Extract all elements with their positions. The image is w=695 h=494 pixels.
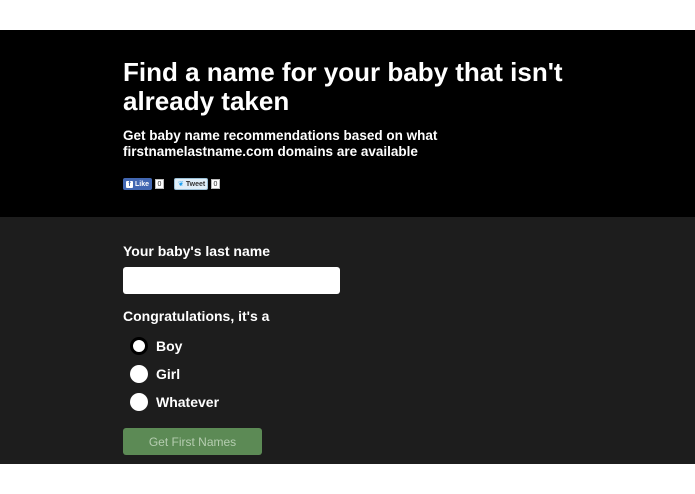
gender-option-whatever[interactable]: Whatever <box>130 393 219 411</box>
tweet-label: Tweet <box>185 180 206 188</box>
tweet-button[interactable]: ❦ Tweet <box>174 178 208 190</box>
whatever-radio[interactable] <box>130 393 148 411</box>
girl-radio[interactable] <box>130 365 148 383</box>
page-subtitle: Get baby name recommendations based on w… <box>123 128 438 159</box>
whatever-label[interactable]: Whatever <box>156 394 219 410</box>
tweet-count: 0 <box>211 179 220 189</box>
gender-label: Congratulations, it's a <box>123 308 270 324</box>
boy-label[interactable]: Boy <box>156 338 182 354</box>
form-section <box>0 217 695 464</box>
get-first-names-button[interactable]: Get First Names <box>123 428 262 455</box>
facebook-like-count: 0 <box>155 179 164 189</box>
girl-label[interactable]: Girl <box>156 366 180 382</box>
page-title: Find a name for your baby that isn't alr… <box>123 57 563 116</box>
twitter-bird-icon: ❦ <box>178 181 184 188</box>
twitter-tweet-widget: ❦ Tweet 0 <box>174 178 220 190</box>
gender-option-boy[interactable]: Boy <box>130 337 182 355</box>
facebook-like-widget: f Like 0 <box>123 178 164 190</box>
gender-option-girl[interactable]: Girl <box>130 365 180 383</box>
facebook-icon: f <box>126 180 133 188</box>
boy-radio[interactable] <box>130 337 148 355</box>
facebook-like-label: Like <box>134 180 149 188</box>
last-name-input[interactable] <box>123 267 340 294</box>
last-name-label: Your baby's last name <box>123 243 271 259</box>
facebook-like-button[interactable]: f Like <box>123 178 152 190</box>
